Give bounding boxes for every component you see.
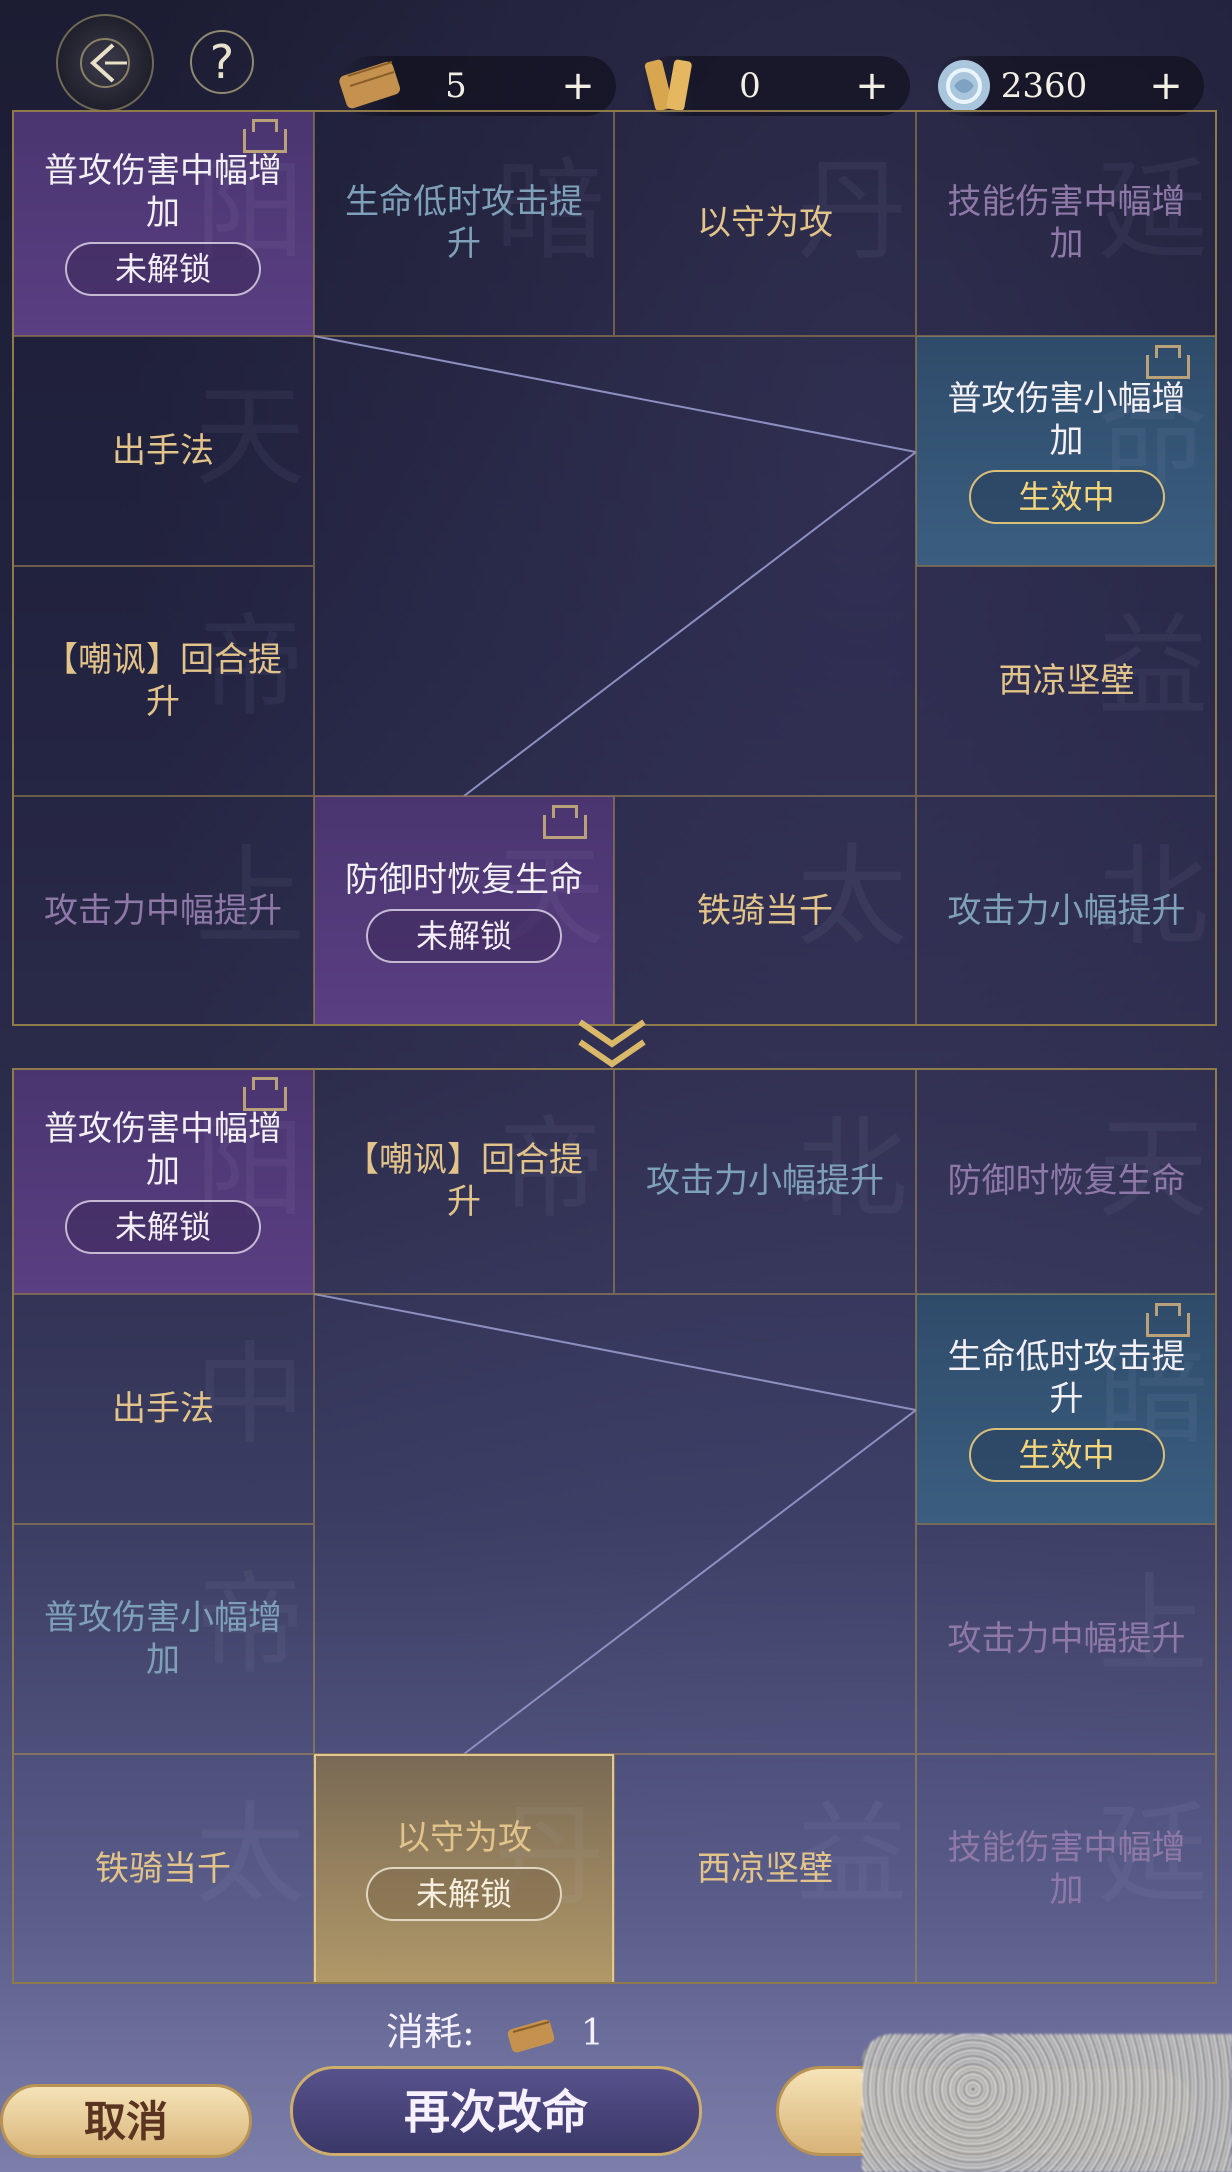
lower-center-area bbox=[314, 1294, 916, 1754]
destiny-cell[interactable]: 天防御时恢复生命 bbox=[916, 1068, 1217, 1294]
cost-label: 消耗: bbox=[386, 2010, 475, 2054]
cell-label: 生命低时攻击提升 bbox=[947, 1337, 1186, 1419]
active-badge: 生效中 bbox=[968, 1428, 1165, 1482]
cell-label: 防御时恢复生命 bbox=[947, 1161, 1186, 1201]
background-glyph: 北 bbox=[1098, 833, 1208, 961]
destiny-cell[interactable]: 暗生命低时攻击提升 bbox=[314, 110, 614, 336]
add-jade-button[interactable]: + bbox=[1146, 66, 1186, 106]
locked-badge: 未解锁 bbox=[366, 909, 562, 963]
background-glyph: 丹 bbox=[797, 147, 907, 275]
destiny-cell[interactable]: 帝【嘲讽】回合提升 bbox=[314, 1068, 614, 1294]
destiny-cell[interactable]: 北攻击力小幅提升 bbox=[916, 796, 1217, 1026]
destiny-cell[interactable]: 延技能伤害中幅增加 bbox=[916, 110, 1217, 336]
destiny-cell[interactable]: 天防御时恢复生命 未解锁 bbox=[314, 796, 614, 1026]
destiny-cell[interactable]: 丹以守为攻 未解锁 bbox=[314, 1754, 614, 1984]
destiny-cell[interactable]: 阳普攻伤害中幅增加 未解锁 bbox=[12, 110, 314, 336]
destiny-cell[interactable]: 太铁骑当千 bbox=[614, 796, 916, 1026]
resource-jade: 2360 + bbox=[934, 56, 1204, 116]
destiny-cell[interactable]: 益西凉坚壁 bbox=[614, 1754, 916, 1984]
help-button[interactable]: ? bbox=[190, 30, 254, 94]
lock-icon bbox=[1146, 1303, 1190, 1337]
cell-label: 以守为攻 bbox=[697, 203, 833, 243]
destiny-cell[interactable]: 上攻击力中幅提升 bbox=[12, 796, 314, 1026]
active-badge: 生效中 bbox=[968, 470, 1165, 524]
destiny-cell[interactable]: 中出手法 bbox=[12, 1294, 314, 1524]
cell-label: 攻击力中幅提升 bbox=[44, 891, 282, 931]
lock-icon bbox=[1146, 345, 1190, 379]
cell-label: 普攻伤害小幅增加 bbox=[44, 1598, 282, 1680]
jade-count: 2360 bbox=[1000, 66, 1088, 106]
cell-label: 【嘲讽】回合提升 bbox=[44, 640, 282, 722]
cell-label: 防御时恢复生命 bbox=[345, 860, 583, 900]
lower-destiny-board: 阳普攻伤害中幅增加 未解锁帝【嘲讽】回合提升北攻击力小幅提升天防御时恢复生命中出手… bbox=[12, 1068, 1217, 1984]
back-button[interactable] bbox=[56, 14, 154, 112]
cell-label: 技能伤害中幅增加 bbox=[947, 182, 1186, 264]
cell-label: 技能伤害中幅增加 bbox=[947, 1828, 1186, 1910]
destiny-cell[interactable]: 丹以守为攻 bbox=[614, 110, 916, 336]
cancel-button[interactable]: 取消 bbox=[0, 2084, 252, 2158]
reroll-destiny-button[interactable]: 再次改命 bbox=[290, 2066, 702, 2156]
cell-label: 【嘲讽】回合提升 bbox=[345, 1140, 583, 1222]
background-glyph: 上 bbox=[195, 833, 305, 961]
destiny-cell[interactable]: 阳普攻伤害中幅增加 未解锁 bbox=[12, 1068, 314, 1294]
cell-label: 出手法 bbox=[112, 1389, 214, 1429]
chevron-down-icon bbox=[572, 1014, 652, 1074]
locked-badge: 未解锁 bbox=[366, 1867, 562, 1921]
destiny-cell[interactable]: 天出手法 bbox=[12, 336, 314, 566]
cell-label: 以守为攻 bbox=[396, 1818, 532, 1858]
lock-icon bbox=[543, 805, 587, 839]
destiny-cell[interactable]: 太铁骑当千 bbox=[12, 1754, 314, 1984]
background-glyph: 天 bbox=[195, 373, 305, 501]
cell-label: 铁骑当千 bbox=[697, 891, 833, 931]
background-glyph: 天 bbox=[1098, 1105, 1208, 1233]
cell-label: 西凉坚壁 bbox=[998, 661, 1135, 701]
locked-badge: 未解锁 bbox=[65, 1200, 261, 1254]
upper-center-area bbox=[314, 336, 916, 796]
add-tablet-button[interactable]: + bbox=[852, 66, 892, 106]
background-glyph: 太 bbox=[195, 1791, 305, 1919]
cell-label: 攻击力中幅提升 bbox=[947, 1619, 1186, 1659]
cost-display: 消耗: 1 bbox=[386, 2004, 604, 2060]
background-glyph: 北 bbox=[797, 1105, 907, 1233]
tablet-count: 0 bbox=[739, 66, 761, 106]
background-glyph: 中 bbox=[195, 1331, 305, 1459]
scroll-count: 5 bbox=[445, 66, 467, 106]
background-glyph: 上 bbox=[1098, 1561, 1208, 1689]
destiny-cell[interactable]: 命普攻伤害小幅增加 生效中 bbox=[916, 336, 1217, 566]
cell-label: 攻击力小幅提升 bbox=[947, 891, 1186, 931]
destiny-cell[interactable]: 帝普攻伤害小幅增加 bbox=[12, 1524, 314, 1754]
locked-badge: 未解锁 bbox=[65, 242, 261, 296]
background-glyph: 太 bbox=[797, 833, 907, 961]
back-arrow-icon bbox=[80, 38, 130, 88]
destiny-cell[interactable]: 暗生命低时攻击提升 生效中 bbox=[916, 1294, 1217, 1524]
resource-scroll: 5 + bbox=[339, 56, 616, 116]
background-glyph: 益 bbox=[1098, 603, 1208, 731]
cell-label: 生命低时攻击提升 bbox=[345, 182, 583, 264]
destiny-cell[interactable]: 北攻击力小幅提升 bbox=[614, 1068, 916, 1294]
cell-label: 出手法 bbox=[112, 431, 214, 471]
cell-label: 普攻伤害中幅增加 bbox=[44, 1109, 282, 1191]
resource-tablet: 0 + bbox=[640, 56, 910, 116]
cell-label: 普攻伤害小幅增加 bbox=[947, 379, 1186, 461]
obscured-region bbox=[862, 2034, 1232, 2172]
scroll-icon bbox=[507, 2019, 555, 2052]
background-glyph: 益 bbox=[797, 1791, 907, 1919]
cost-value: 1 bbox=[580, 2013, 604, 2054]
cell-label: 西凉坚壁 bbox=[697, 1849, 833, 1889]
cell-label: 普攻伤害中幅增加 bbox=[44, 151, 282, 233]
upper-destiny-board: 阳普攻伤害中幅增加 未解锁暗生命低时攻击提升丹以守为攻延技能伤害中幅增加天出手法命… bbox=[12, 110, 1217, 1026]
destiny-cell[interactable]: 上攻击力中幅提升 bbox=[916, 1524, 1217, 1754]
destiny-cell[interactable]: 延技能伤害中幅增加 bbox=[916, 1754, 1217, 1984]
cell-label: 攻击力小幅提升 bbox=[646, 1161, 884, 1201]
add-scroll-button[interactable]: + bbox=[558, 66, 598, 106]
destiny-cell[interactable]: 益西凉坚壁 bbox=[916, 566, 1217, 796]
cell-label: 铁骑当千 bbox=[95, 1849, 231, 1889]
destiny-cell[interactable]: 帝【嘲讽】回合提升 bbox=[12, 566, 314, 796]
